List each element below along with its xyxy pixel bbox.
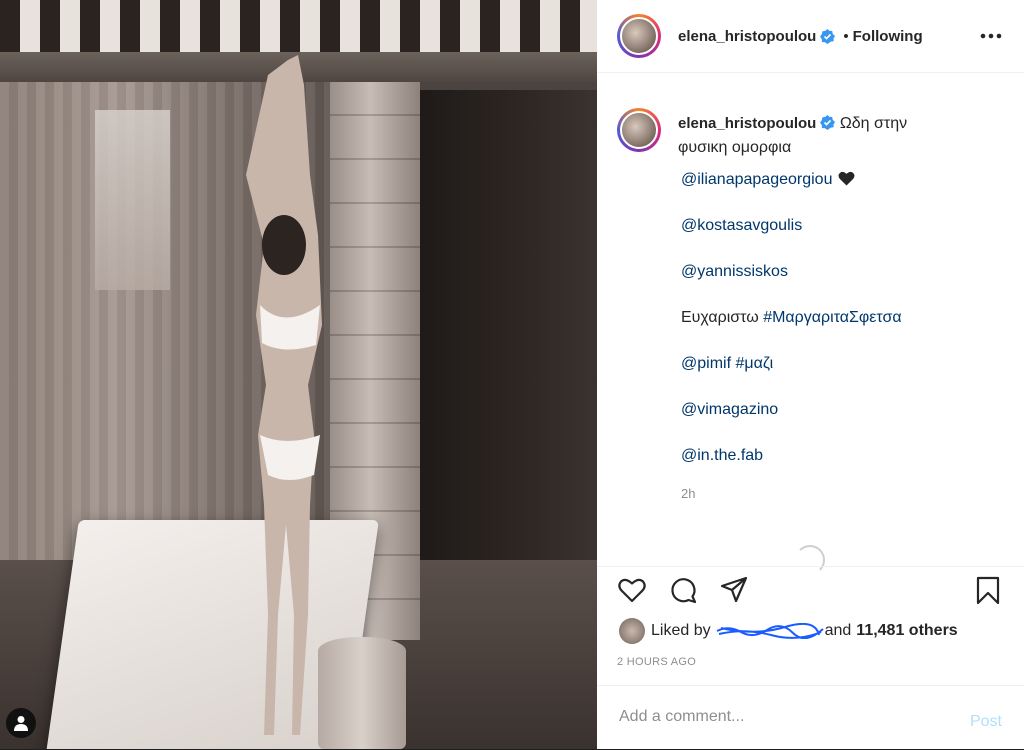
post-sidebar: elena_hristopoulou • Following elena_hri… bbox=[597, 0, 1024, 749]
caption-line: @kostasavgoulis bbox=[681, 214, 1012, 260]
mention-link[interactable]: @yannissiskos bbox=[681, 263, 788, 280]
caption-age[interactable]: 2h bbox=[681, 486, 1012, 501]
comment-input[interactable] bbox=[617, 702, 941, 732]
comment-icon[interactable] bbox=[668, 575, 698, 605]
mention-link[interactable]: @pimif bbox=[681, 355, 731, 372]
user-tag-icon[interactable] bbox=[6, 708, 36, 738]
verified-badge-icon bbox=[820, 28, 836, 44]
mention-link[interactable]: @ilianapapageorgiou bbox=[681, 171, 832, 188]
comment-bar: Post bbox=[597, 685, 1024, 750]
action-bar bbox=[597, 566, 1024, 617]
send-icon[interactable] bbox=[719, 575, 749, 605]
caption-line: @pimif #μαζι bbox=[681, 352, 1012, 398]
post-caption: elena_hristopoulou Ωδη στην φυσικη ομορφ… bbox=[617, 108, 1012, 501]
caption-avatar[interactable] bbox=[617, 108, 661, 152]
avatar[interactable] bbox=[617, 14, 661, 58]
photo-doorway bbox=[420, 90, 597, 570]
hashtag-link[interactable]: #ΜαργαριταΣφετσα bbox=[763, 309, 901, 326]
likes-count-link[interactable]: 11,481 others bbox=[856, 622, 957, 640]
likes-prefix: Liked by bbox=[651, 622, 711, 639]
heart-outline-icon[interactable] bbox=[617, 575, 647, 605]
header-username[interactable]: elena_hristopoulou bbox=[678, 28, 816, 45]
mention-link[interactable]: @kostasavgoulis bbox=[681, 217, 802, 234]
redaction-scribble bbox=[716, 623, 824, 639]
photo-window bbox=[95, 110, 170, 290]
following-button[interactable]: Following bbox=[853, 28, 923, 45]
caption-line-prefix: Ευχαριστω bbox=[681, 309, 764, 326]
likes-summary: Liked by and 11,481 others bbox=[619, 618, 958, 644]
caption-line: @vimagazino bbox=[681, 398, 1012, 444]
verified-badge-icon bbox=[820, 115, 836, 130]
post-header: elena_hristopoulou • Following bbox=[597, 0, 1024, 73]
hashtag-link[interactable]: #μαζι bbox=[735, 355, 773, 372]
caption-body: elena_hristopoulou Ωδη στην φυσικη ομορφ… bbox=[678, 108, 948, 160]
caption-line: @ilianapapageorgiou bbox=[681, 168, 1012, 214]
follow-separator: • bbox=[843, 27, 849, 45]
caption-line: Ευχαριστω #ΜαργαριταΣφετσα bbox=[681, 306, 1012, 352]
photo-awning bbox=[0, 0, 597, 52]
heart-icon bbox=[839, 171, 855, 186]
caption-line: @in.the.fab bbox=[681, 444, 1012, 490]
post-photo[interactable] bbox=[0, 0, 597, 749]
mention-link[interactable]: @in.the.fab bbox=[681, 447, 763, 464]
mention-link[interactable]: @vimagazino bbox=[681, 401, 778, 418]
more-options-icon[interactable] bbox=[980, 30, 1002, 42]
bookmark-icon[interactable] bbox=[973, 575, 1003, 605]
caption-line: @yannissiskos bbox=[681, 260, 1012, 306]
likes-and: and bbox=[824, 622, 852, 639]
post-time[interactable]: 2 HOURS AGO bbox=[617, 656, 696, 668]
liker-avatar[interactable] bbox=[619, 618, 645, 644]
post-comment-button[interactable]: Post bbox=[970, 713, 1002, 731]
photo-figure bbox=[246, 55, 322, 735]
caption-lines: @ilianapapageorgiou @kostasavgoulis @yan… bbox=[681, 168, 1012, 490]
caption-username[interactable]: elena_hristopoulou bbox=[678, 115, 816, 132]
